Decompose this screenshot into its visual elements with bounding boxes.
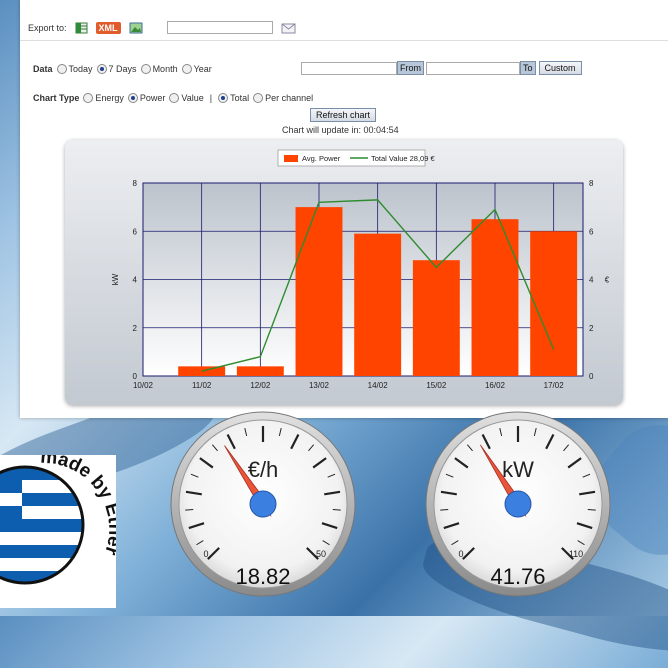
radio-year-label: Year xyxy=(194,64,212,74)
power-gauge: kW 0 110 41.76 xyxy=(425,396,615,606)
x-tick-label: 15/02 xyxy=(426,381,447,390)
gauge-hub xyxy=(250,491,276,517)
radio-power-label: Power xyxy=(140,93,166,103)
radio-value[interactable] xyxy=(169,93,179,103)
bar-15-02 xyxy=(413,260,460,376)
legend-label-bar: Avg. Power xyxy=(302,154,341,163)
gauge-max-label: 50 xyxy=(316,549,326,559)
power-chart: 0 0 2 2 4 4 6 6 8 8 10/02 11/02 12/02 13/02 14/02 15/02… xyxy=(65,140,623,405)
gauge-min-label: 0 xyxy=(458,549,463,559)
y-tick-label: 4 xyxy=(133,276,138,285)
y2-tick-label: 2 xyxy=(589,324,594,333)
radio-month-label: Month xyxy=(153,64,178,74)
y2-tick-label: 0 xyxy=(589,372,594,381)
export-field[interactable] xyxy=(167,21,273,34)
y-axis-title: kW xyxy=(111,273,120,285)
radio-total-label: Total xyxy=(230,93,249,103)
separator: | xyxy=(210,93,212,103)
made-by-badge: made by Ether xyxy=(0,455,116,608)
radio-7days[interactable] xyxy=(97,64,107,74)
export-label: Export to: xyxy=(28,23,67,33)
y2-tick-label: 8 xyxy=(589,179,594,188)
export-row: Export to: XML xyxy=(28,21,297,34)
cost-rate-gauge: €/h 0 50 18.82 xyxy=(170,396,360,606)
x-tick-label: 16/02 xyxy=(485,381,506,390)
update-countdown: Chart will update in: 00:04:54 xyxy=(282,125,399,135)
greek-flag-badge: made by Ether xyxy=(0,455,116,608)
gauge-hub xyxy=(505,491,531,517)
control-panel: Export to: XML Data Today 7 Days Month Y… xyxy=(20,0,668,418)
bar-17-02 xyxy=(530,231,577,376)
gauge-max-label: 110 xyxy=(569,549,583,559)
x-tick-label: 12/02 xyxy=(250,381,271,390)
chart-type-label: Chart Type xyxy=(33,93,79,103)
xml-export-icon[interactable]: XML xyxy=(96,22,121,34)
radio-per-channel-label: Per channel xyxy=(265,93,313,103)
data-label: Data xyxy=(33,64,53,74)
radio-today[interactable] xyxy=(57,64,67,74)
gauge-value-readout: 18.82 xyxy=(235,564,290,589)
to-date-input[interactable] xyxy=(426,62,520,75)
x-tick-label: 17/02 xyxy=(544,381,565,390)
bar-13-02 xyxy=(296,207,343,376)
bar-12-02 xyxy=(237,366,284,376)
refresh-chart-button[interactable]: Refresh chart xyxy=(310,108,376,122)
x-tick-label: 10/02 xyxy=(133,381,154,390)
x-tick-label: 13/02 xyxy=(309,381,330,390)
y-tick-label: 2 xyxy=(133,324,138,333)
radio-energy-label: Energy xyxy=(95,93,124,103)
y-tick-label: 6 xyxy=(133,227,138,236)
excel-export-icon[interactable] xyxy=(75,22,88,34)
data-range-row: Data Today 7 Days Month Year xyxy=(33,64,212,74)
gauge-unit: kW xyxy=(502,457,534,482)
radio-month[interactable] xyxy=(141,64,151,74)
from-date-input[interactable] xyxy=(301,62,397,75)
y2-axis-title: € xyxy=(605,276,610,285)
radio-year[interactable] xyxy=(182,64,192,74)
custom-button[interactable]: Custom xyxy=(539,61,582,75)
to-button[interactable]: To xyxy=(520,61,536,75)
gauge-tick xyxy=(588,509,596,510)
chart-type-row: Chart Type Energy Power Value | Total Pe… xyxy=(33,93,313,103)
radio-today-label: Today xyxy=(69,64,93,74)
radio-power[interactable] xyxy=(128,93,138,103)
gauge-unit: €/h xyxy=(248,457,279,482)
radio-per-channel[interactable] xyxy=(253,93,263,103)
y2-tick-label: 6 xyxy=(589,227,594,236)
gauge-tick xyxy=(333,509,341,510)
gauge-tick xyxy=(185,509,193,510)
x-tick-label: 11/02 xyxy=(192,381,212,390)
legend-swatch-bar xyxy=(284,155,298,162)
gauge-min-label: 0 xyxy=(203,549,208,559)
radio-total[interactable] xyxy=(218,93,228,103)
bar-16-02 xyxy=(472,219,519,376)
y-tick-label: 0 xyxy=(133,372,138,381)
from-button[interactable]: From xyxy=(397,61,424,75)
chart-panel: 0 0 2 2 4 4 6 6 8 8 10/02 11/02 12/02 13/02 14/02 15/02… xyxy=(65,140,623,405)
image-export-icon[interactable] xyxy=(129,22,143,34)
y2-tick-label: 4 xyxy=(589,276,594,285)
radio-7days-label: 7 Days xyxy=(109,64,137,74)
gauge-tick xyxy=(440,509,448,510)
legend-label-line: Total Value 28,09 € xyxy=(371,154,435,163)
bar-14-02 xyxy=(354,234,401,376)
x-tick-label: 14/02 xyxy=(368,381,389,390)
gauge-value-readout: 41.76 xyxy=(490,564,545,589)
radio-value-label: Value xyxy=(181,93,203,103)
email-icon[interactable] xyxy=(281,22,297,34)
radio-energy[interactable] xyxy=(83,93,93,103)
y-tick-label: 8 xyxy=(133,179,138,188)
divider xyxy=(20,40,668,41)
custom-range-row: From To Custom xyxy=(301,61,582,75)
